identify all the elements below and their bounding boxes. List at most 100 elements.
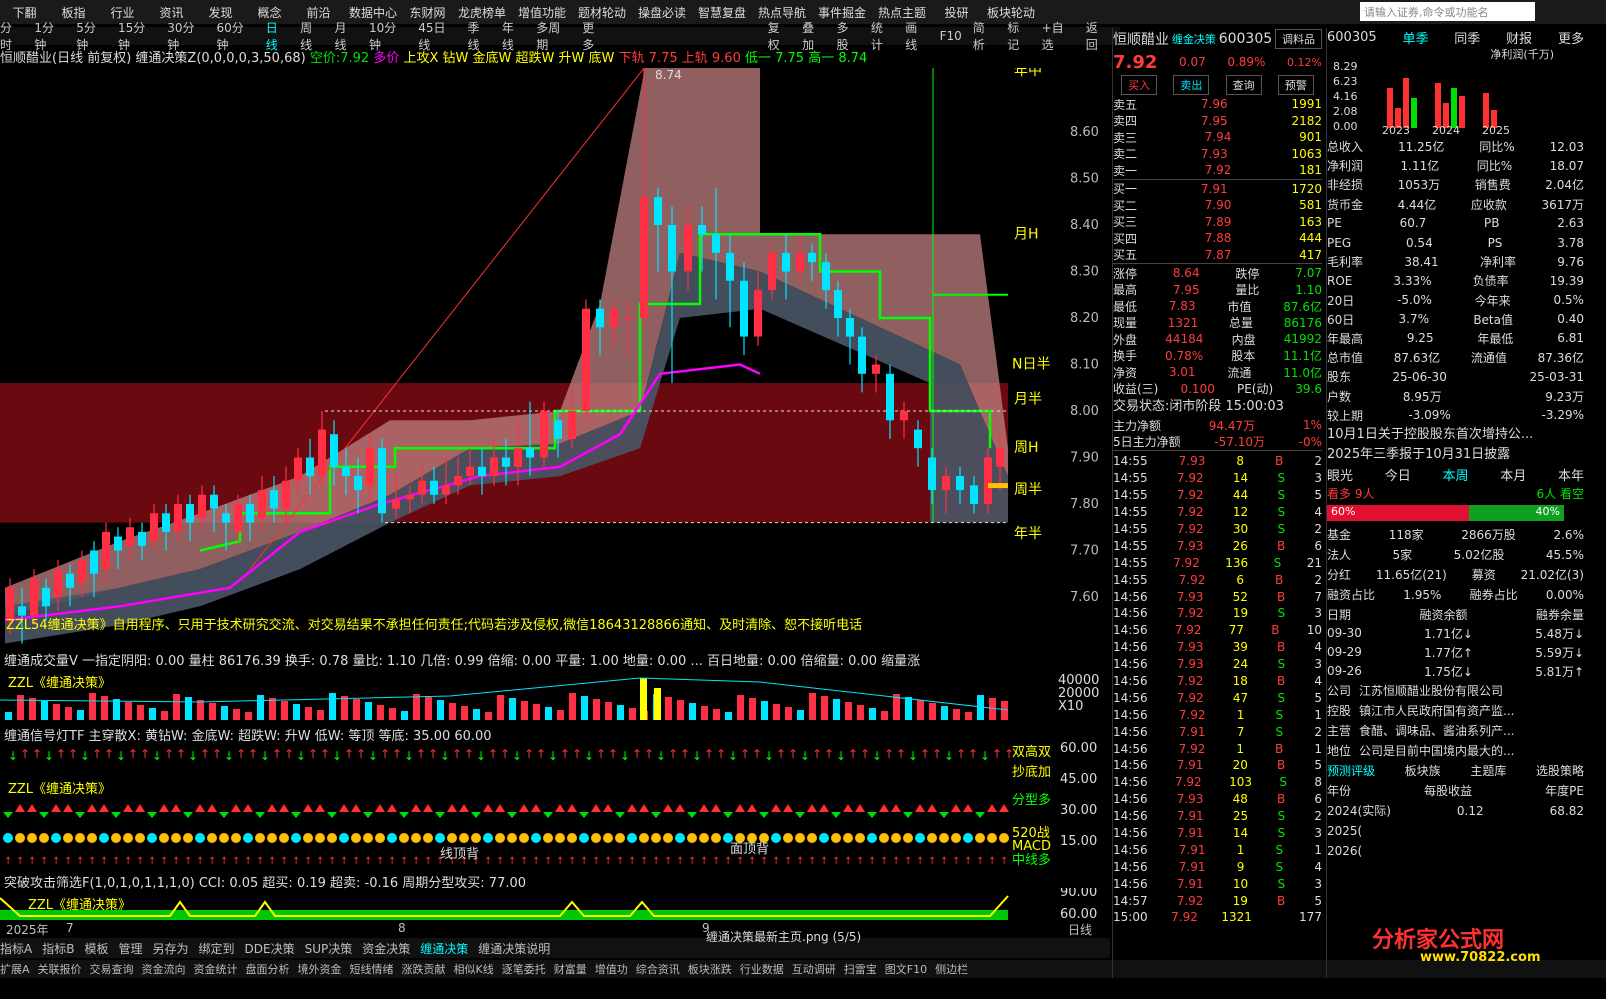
bottom-tab[interactable]: 境外资金 [298,961,342,977]
signal-tri [75,812,85,818]
toolbar-item[interactable]: 热点主题 [872,4,932,21]
fin-label: 净利率 [1479,255,1516,270]
news-item[interactable]: 2025年三季报于10月31日披露 [1327,445,1584,465]
bottom-tab[interactable]: 逐笔委托 [502,961,546,977]
tick-time: 14:56 [1113,842,1148,857]
eps-cell: 每股收益 [1424,784,1473,799]
volume-bar [341,696,348,720]
toolbar-item[interactable]: 下翻 [0,4,49,21]
signal-arrow: ↑ [308,747,318,761]
quote-cell: 7.94 [1204,130,1232,145]
toolbar-item[interactable]: 事件掘金 [812,4,872,21]
tick-time: 14:55 [1113,555,1148,570]
toolbar-item[interactable]: 热点导航 [752,4,812,21]
toolbar-item[interactable]: 智慧复盘 [692,4,752,21]
toolbar-item[interactable]: 题材轮动 [572,4,632,21]
eye-tab[interactable]: 本年 [1558,465,1584,484]
period-tool[interactable]: F10 [940,29,962,43]
indicator-tab[interactable]: 指标B [42,940,74,957]
toolbar-item[interactable]: 概念 [245,4,294,21]
bottom-tab[interactable]: 资金统计 [194,961,238,977]
fin-tab[interactable]: 财报 [1506,28,1532,47]
bottom-tab[interactable]: 图文F10 [885,961,927,977]
search-input[interactable]: 请输入证券,命令或功能名 [1360,2,1535,21]
signal-arrow: ↑ [20,747,30,761]
candle-body [174,504,182,532]
bottom-tab[interactable]: 增值功 [595,961,628,977]
bottom-tab[interactable]: 扫雷宝 [844,961,877,977]
signal-tri [375,804,385,812]
toolbar-item[interactable]: 龙虎榜单 [452,4,512,21]
bottom-tab[interactable]: 相似K线 [454,961,494,977]
toolbar-item[interactable]: 增值功能 [512,4,572,21]
action-button[interactable]: 卖出 [1173,75,1210,95]
fund-cell: 分红 [1327,568,1352,583]
fin-tab[interactable]: 更多 [1558,28,1584,47]
mode-button[interactable]: 调料品 [1274,29,1322,49]
toolbar-item[interactable]: 数据中心 [343,4,403,21]
signal-tri [891,804,901,812]
eye-tab[interactable]: 本周 [1442,465,1468,484]
toolbar-item[interactable]: 板指 [49,4,98,21]
toolbar-item[interactable]: 行业 [98,4,147,21]
signal-arrow: ↑ [284,747,294,761]
toolbar-item[interactable]: 前沿 [294,4,343,21]
level-label: 周半 [1014,482,1042,498]
fin-tab[interactable]: 同季 [1454,28,1480,47]
toolbar-item[interactable]: 投研 [932,4,981,21]
indicator-tab[interactable]: SUP决策 [305,940,353,957]
bottom-tab[interactable]: 行业数据 [740,961,784,977]
volume-bar [461,706,468,720]
indicator-tab[interactable]: 资金决策 [362,940,410,957]
toolbar-item[interactable]: 东财网 [403,4,452,21]
bottom-tab[interactable]: 扩展A [0,961,30,977]
candlestick-chart[interactable]: 8.60 8.50 8.40 8.30 8.20 8.10 8.00 7.90 7.80 7.70… [0,68,1110,698]
candle-body [466,466,474,477]
price-value: 7.92 [340,51,370,66]
news-item[interactable]: 10月1日关于控股股东首次增持公... [1327,425,1584,445]
bottom-tab[interactable]: 财富量 [554,961,587,977]
action-button[interactable]: 预警 [1277,75,1314,95]
indicator-tab[interactable]: 另存为 [152,940,188,957]
eye-tab[interactable]: 本月 [1500,465,1526,484]
link-item[interactable]: 主题库 [1470,762,1506,779]
toolbar-item[interactable]: 资讯 [147,4,196,21]
indicator-tab[interactable]: 绑定到 [199,940,235,957]
fin-tab[interactable]: 单季 [1402,28,1428,47]
link-item[interactable]: 选股策略 [1536,762,1584,779]
bottom-tab[interactable]: 涨跌贡献 [402,961,446,977]
link-item[interactable]: 板块族 [1405,762,1441,779]
signal-arrow: ↑ [724,856,732,867]
action-button[interactable]: 查询 [1225,75,1262,95]
indicator-tab[interactable]: 缠通决策说明 [478,940,550,957]
indicator-tab[interactable]: 缠通决策 [420,940,468,957]
bottom-tab[interactable]: 短线情绪 [350,961,394,977]
toolbar-item[interactable]: 操盘必读 [632,4,692,21]
quote-cell: 7.07 [1295,266,1322,281]
indicator-tab[interactable]: DDE决策 [245,940,295,957]
candle-body [554,420,562,439]
bottom-tab[interactable]: 资金流向 [142,961,186,977]
signal-arrow: ↑ [632,747,642,761]
bottom-tab[interactable]: 盘面分析 [246,961,290,977]
bottom-tab[interactable]: 交易查询 [90,961,134,977]
company-row: 控股 镇江市人民政府国有资产监... [1327,701,1584,721]
indicator-tab[interactable]: 指标A [0,940,32,957]
bottom-tab[interactable]: 互动调研 [792,961,836,977]
toolbar-item[interactable]: 板块轮动 [981,4,1041,21]
action-button[interactable]: 买入 [1121,75,1158,95]
tick-side: S [1277,488,1286,503]
bottom-tab[interactable]: 侧边栏 [935,961,968,977]
eye-tab[interactable]: 今日 [1385,465,1411,484]
signal-arrow: ↑ [416,747,426,761]
tick-vol: 25 [1232,809,1249,824]
signal-dot [927,833,937,843]
indicator-tab[interactable]: 管理 [118,940,142,957]
bottom-tab[interactable]: 板块涨跌 [688,961,732,977]
fund-cell: 45.5% [1545,547,1584,562]
bottom-tab[interactable]: 综合资讯 [636,961,680,977]
indicator-tab[interactable]: 模板 [84,940,108,957]
link-item[interactable]: 预测评级 [1327,762,1375,779]
bottom-tab[interactable]: 关联报价 [38,961,82,977]
toolbar-item[interactable]: 发现 [196,4,245,21]
